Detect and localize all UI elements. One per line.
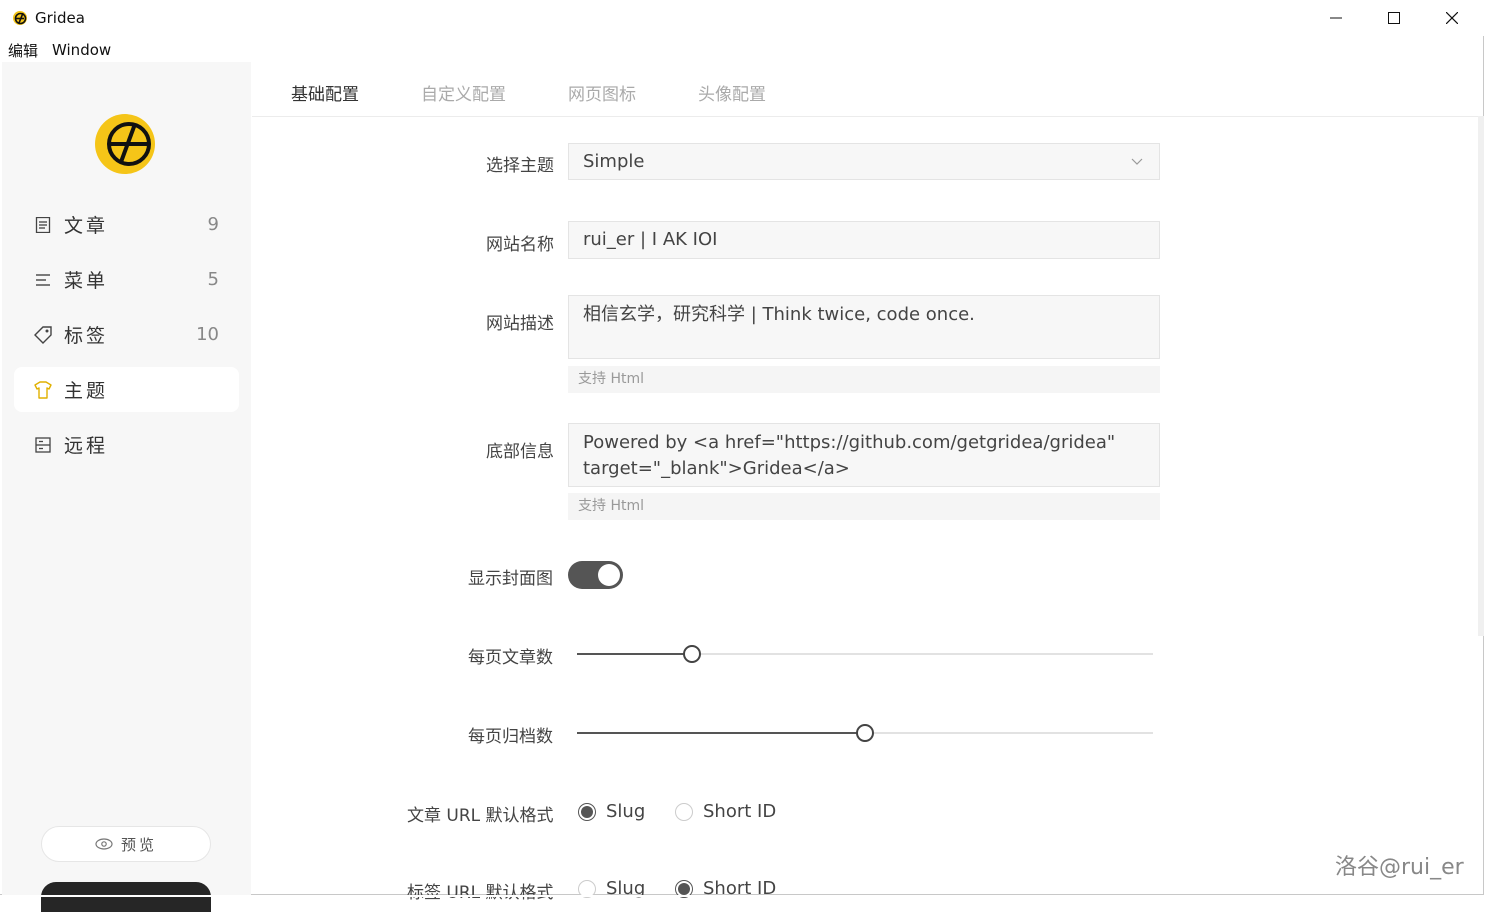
footer-label: 底部信息 xyxy=(486,442,554,462)
theme-select[interactable]: Simple xyxy=(568,143,1160,180)
tag-url-label: 标签 URL 默认格式 xyxy=(407,883,554,903)
settings-tabs: 基础配置 自定义配置 网页图标 头像配置 xyxy=(252,62,1482,117)
gridea-app-icon xyxy=(13,11,27,25)
archives-per-page-label: 每页归档数 xyxy=(468,727,553,747)
footer-field[interactable]: Powered by <a href="https://github.com/g… xyxy=(568,423,1160,487)
window-title: Gridea xyxy=(35,9,85,27)
maximize-button[interactable] xyxy=(1365,0,1423,36)
site-name-value: rui_er | I AK IOI xyxy=(583,229,718,250)
site-desc-field[interactable]: 相信玄学，研究科学 | Think twice, code once. xyxy=(568,295,1160,359)
archives-per-page-slider[interactable] xyxy=(577,724,1153,742)
menu-window[interactable]: Window xyxy=(46,41,119,59)
sidebar: 文章 9 菜单 5 标签 10 主题 远程 预览 xyxy=(2,62,251,912)
sidebar-item-label: 标签 xyxy=(64,325,109,347)
title-bar: Gridea xyxy=(0,0,1486,36)
theme-select-value: Simple xyxy=(583,151,645,172)
tab-custom[interactable]: 自定义配置 xyxy=(421,80,506,105)
radio-dot xyxy=(578,802,596,821)
sidebar-item-label: 文章 xyxy=(64,215,109,237)
sidebar-item-count: 9 xyxy=(207,214,219,235)
radio-label: Short ID xyxy=(703,801,777,822)
tab-basic[interactable]: 基础配置 xyxy=(291,80,359,105)
menu-icon xyxy=(34,271,52,289)
menu-bar: 编辑 Window xyxy=(0,38,119,62)
tab-favicon[interactable]: 网页图标 xyxy=(568,80,636,105)
show-cover-label: 显示封面图 xyxy=(468,569,553,589)
footer-hint: 支持 Html xyxy=(568,493,1160,520)
sidebar-item-tags[interactable]: 标签 10 xyxy=(14,312,239,357)
toggle-knob xyxy=(598,564,620,586)
post-url-label: 文章 URL 默认格式 xyxy=(407,806,554,826)
sidebar-item-theme[interactable]: 主题 xyxy=(14,367,239,412)
sidebar-item-label: 远程 xyxy=(64,435,109,457)
watermark: 洛谷@rui_er xyxy=(1335,855,1464,880)
slider-fill xyxy=(577,732,865,734)
theme-label: 选择主题 xyxy=(486,156,554,176)
sidebar-item-menus[interactable]: 菜单 5 xyxy=(14,257,239,302)
site-desc-value: 相信玄学，研究科学 | Think twice, code once. xyxy=(583,304,975,325)
chevron-down-icon xyxy=(1131,158,1143,165)
maximize-icon xyxy=(1388,12,1400,24)
tshirt-icon xyxy=(34,380,52,399)
show-cover-toggle[interactable] xyxy=(568,561,623,589)
site-desc-hint: 支持 Html xyxy=(568,366,1160,393)
sync-button[interactable] xyxy=(41,882,211,912)
tag-icon xyxy=(34,325,52,344)
posts-per-page-label: 每页文章数 xyxy=(468,648,553,668)
slider-thumb[interactable] xyxy=(856,724,874,742)
minimize-icon xyxy=(1330,17,1342,19)
gridea-logo xyxy=(95,114,155,174)
slider-fill xyxy=(577,653,692,655)
close-icon xyxy=(1446,12,1458,24)
footer-value-line1: Powered by <a href="https://github.com/g… xyxy=(583,432,1116,453)
footer-value-line2: target="_blank">Gridea</a> xyxy=(583,458,850,479)
preview-button[interactable]: 预览 xyxy=(41,826,211,862)
sidebar-item-label: 主题 xyxy=(64,380,109,402)
minimize-button[interactable] xyxy=(1307,0,1365,36)
close-button[interactable] xyxy=(1423,0,1481,36)
post-url-shortid-radio[interactable]: Short ID xyxy=(675,801,776,822)
site-desc-label: 网站描述 xyxy=(486,314,554,334)
sidebar-item-articles[interactable]: 文章 9 xyxy=(14,202,239,247)
eye-icon xyxy=(95,838,113,850)
tab-avatar[interactable]: 头像配置 xyxy=(698,80,766,105)
site-name-field[interactable]: rui_er | I AK IOI xyxy=(568,221,1160,259)
sidebar-item-remote[interactable]: 远程 xyxy=(14,422,239,467)
article-icon xyxy=(34,216,52,234)
post-url-slug-radio[interactable]: Slug xyxy=(578,801,645,822)
preview-label: 预览 xyxy=(120,835,157,854)
sidebar-item-label: 菜单 xyxy=(64,270,109,292)
radio-label: Slug xyxy=(606,801,646,822)
sidebar-item-count: 5 xyxy=(207,269,219,290)
slider-thumb[interactable] xyxy=(683,645,701,663)
radio-dot xyxy=(675,802,693,821)
posts-per-page-slider[interactable] xyxy=(577,645,1153,663)
scrollbar[interactable] xyxy=(1478,116,1484,636)
menu-edit[interactable]: 编辑 xyxy=(0,40,46,61)
remote-icon xyxy=(34,436,52,454)
sidebar-item-count: 10 xyxy=(196,324,219,345)
site-name-label: 网站名称 xyxy=(486,235,554,255)
sidebar-nav: 文章 9 菜单 5 标签 10 主题 远程 xyxy=(14,202,239,477)
